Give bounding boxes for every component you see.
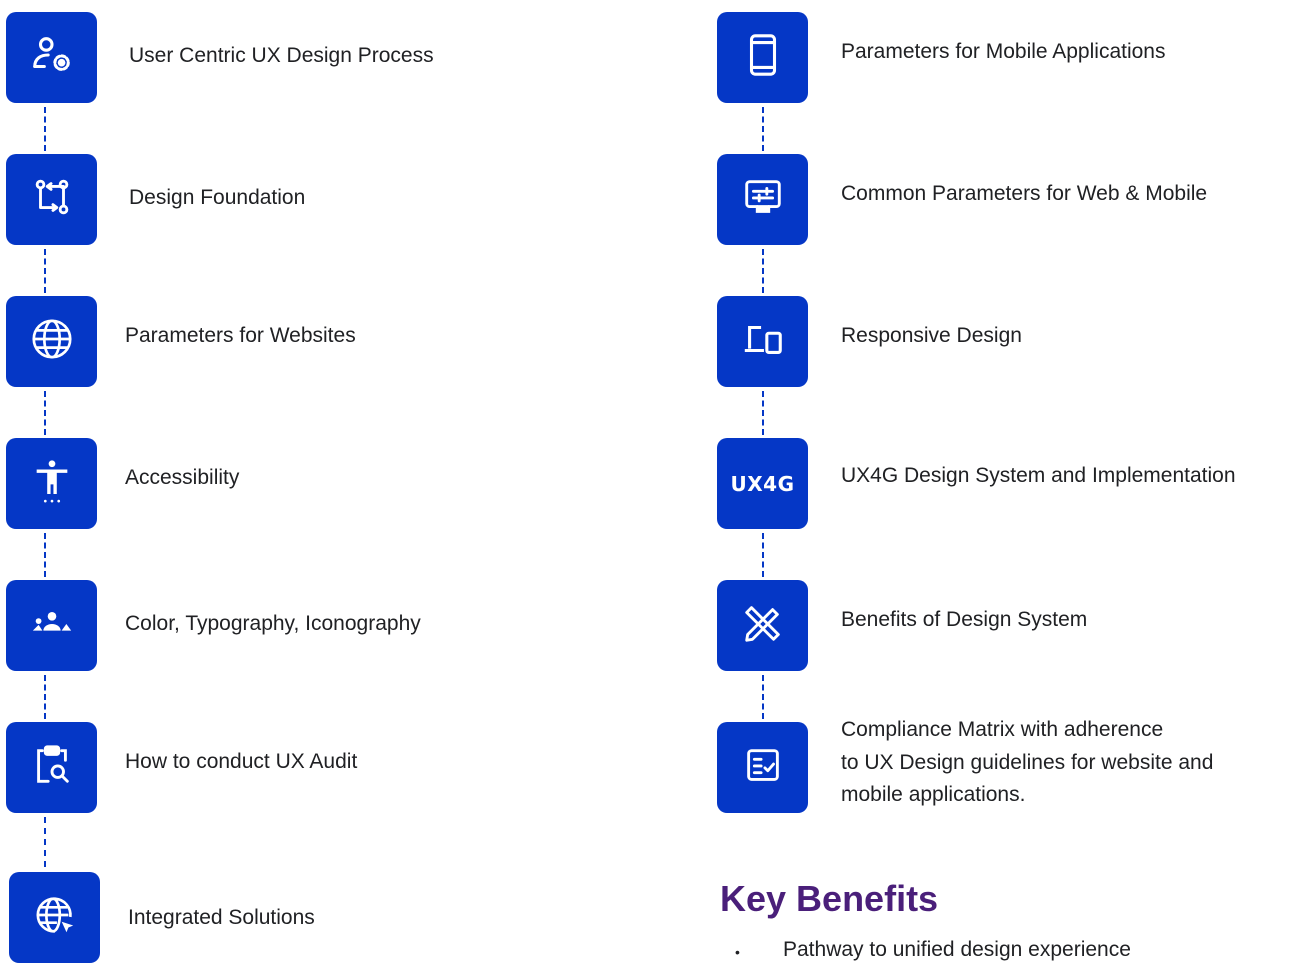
tile-design-foundation[interactable] xyxy=(6,154,97,245)
connector xyxy=(44,391,46,435)
design-tools-icon xyxy=(740,600,786,651)
monitor-settings-icon xyxy=(740,174,786,225)
tile-mobile-apps[interactable] xyxy=(717,12,808,103)
tile-common-parameters[interactable] xyxy=(717,154,808,245)
connector xyxy=(762,391,764,435)
user-settings-icon xyxy=(29,32,75,83)
tile-websites[interactable] xyxy=(6,296,97,387)
tile-accessibility[interactable] xyxy=(6,438,97,529)
tile-ux-audit[interactable] xyxy=(6,722,97,813)
connector xyxy=(44,817,46,867)
label-responsive-design[interactable]: Responsive Design xyxy=(841,320,1022,352)
label-compliance-matrix[interactable]: Compliance Matrix with adherence to UX D… xyxy=(841,714,1213,812)
group-icon xyxy=(29,600,75,651)
label-color-typography[interactable]: Color, Typography, Iconography xyxy=(125,608,421,640)
label-design-foundation[interactable]: Design Foundation xyxy=(129,182,305,214)
bullet-dot: • xyxy=(735,944,740,960)
tile-integrated-solutions[interactable] xyxy=(9,872,100,963)
flow-icon xyxy=(29,174,75,225)
devices-icon xyxy=(740,316,786,367)
label-integrated-solutions[interactable]: Integrated Solutions xyxy=(128,902,315,934)
label-user-centric[interactable]: User Centric UX Design Process xyxy=(129,40,434,72)
tile-color-typography[interactable] xyxy=(6,580,97,671)
label-benefits-design-system[interactable]: Benefits of Design System xyxy=(841,604,1087,636)
label-accessibility[interactable]: Accessibility xyxy=(125,462,239,494)
checklist-icon xyxy=(740,742,786,793)
label-line: mobile applications. xyxy=(841,783,1026,806)
connector xyxy=(44,675,46,719)
tile-ux4g[interactable]: UX4G xyxy=(717,438,808,529)
connector xyxy=(44,249,46,293)
globe-icon xyxy=(29,316,75,367)
tile-user-centric[interactable] xyxy=(6,12,97,103)
connector xyxy=(44,533,46,577)
label-ux-audit[interactable]: How to conduct UX Audit xyxy=(125,746,357,778)
tile-compliance-matrix[interactable] xyxy=(717,722,808,813)
mobile-icon xyxy=(740,32,786,83)
label-mobile-apps[interactable]: Parameters for Mobile Applications xyxy=(841,36,1166,68)
accessibility-icon xyxy=(29,458,75,509)
label-ux4g[interactable]: UX4G Design System and Implementation xyxy=(841,460,1236,492)
label-common-parameters[interactable]: Common Parameters for Web & Mobile xyxy=(841,178,1207,210)
label-line: to UX Design guidelines for website and xyxy=(841,750,1214,774)
connector xyxy=(762,107,764,151)
connector xyxy=(762,675,764,719)
label-line: Compliance Matrix with adherence xyxy=(841,718,1164,741)
globe-cursor-icon xyxy=(32,892,78,943)
connector xyxy=(44,107,46,151)
label-websites[interactable]: Parameters for Websites xyxy=(125,320,356,352)
bullet-text: Pathway to unified design experience xyxy=(783,938,1131,961)
key-benefits-heading: Key Benefits xyxy=(720,878,939,919)
connector xyxy=(762,533,764,577)
ux4g-logo: UX4G xyxy=(730,471,795,496)
tile-benefits-design-system[interactable] xyxy=(717,580,808,671)
tile-responsive-design[interactable] xyxy=(717,296,808,387)
connector xyxy=(762,249,764,293)
clipboard-search-icon xyxy=(29,742,75,793)
